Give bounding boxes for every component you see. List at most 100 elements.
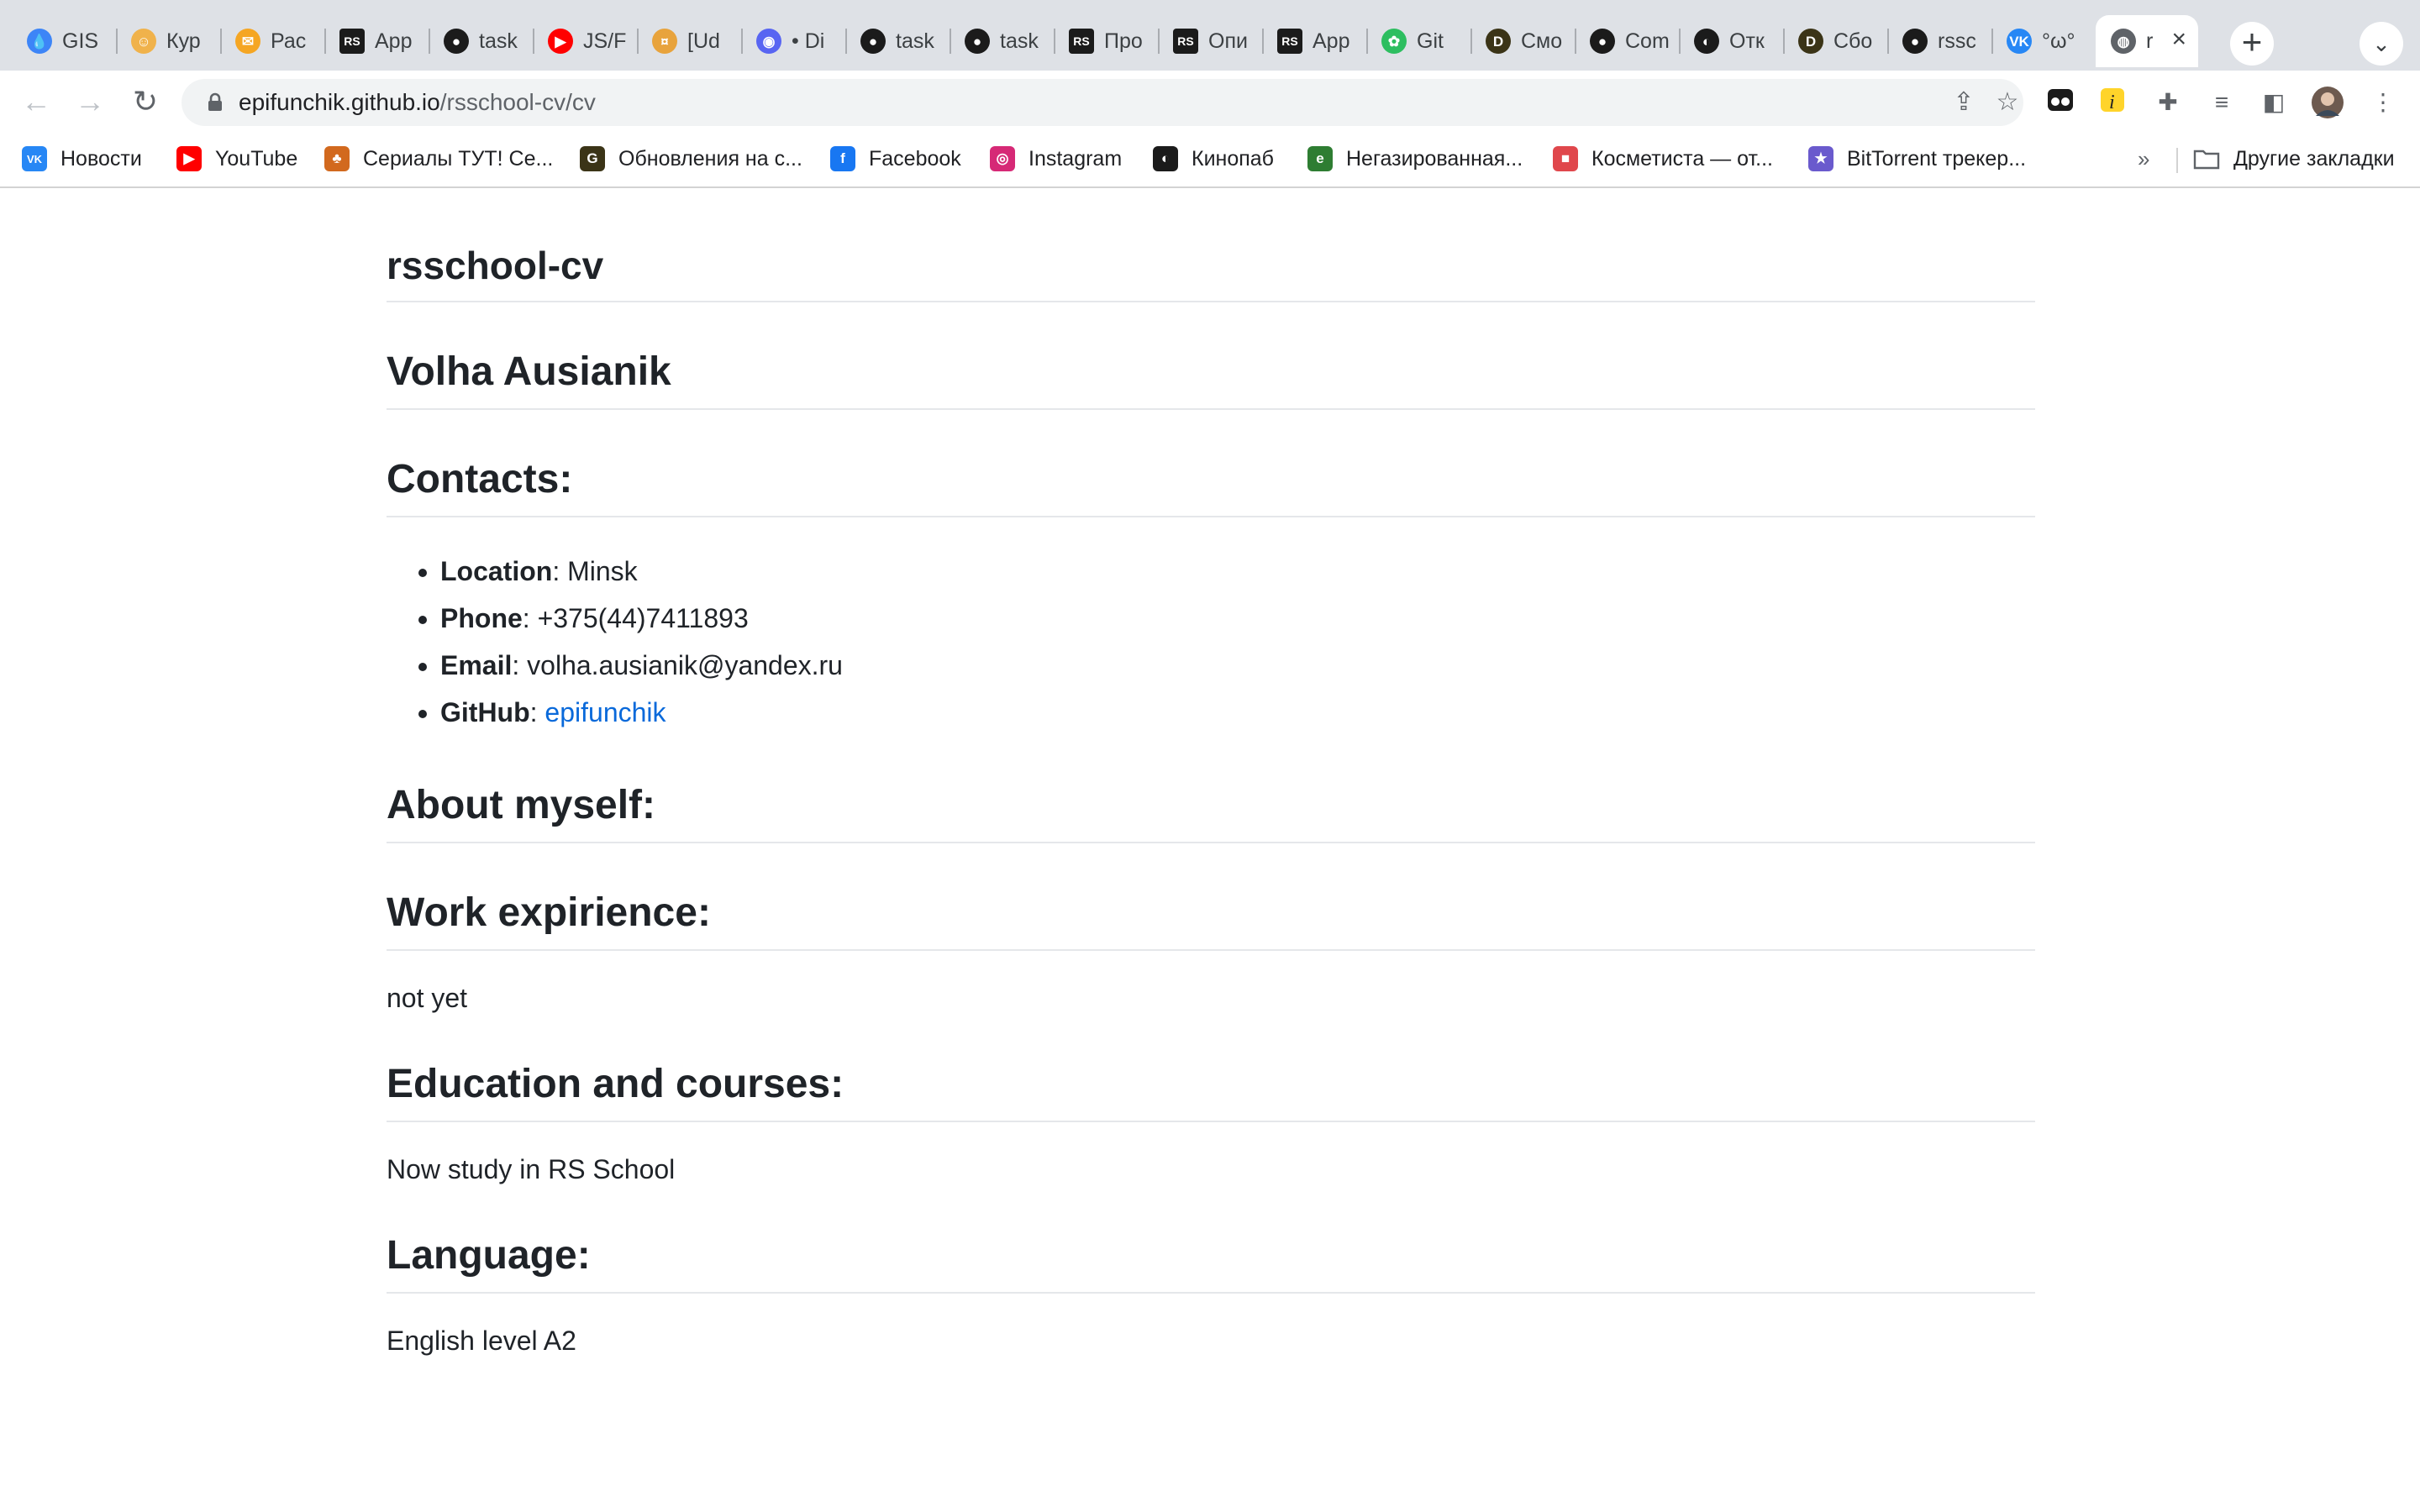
other-bookmarks-folder[interactable]: Другие закладки — [2193, 139, 2395, 178]
extensions-puzzle-icon[interactable]: ✚ — [2151, 86, 2185, 119]
bookmark-label: Обновления на с... — [618, 146, 802, 171]
bookmark-label: Косметиста — от... — [1591, 146, 1773, 171]
tab-label: [Ud — [687, 29, 720, 53]
tab-search-button[interactable]: ⌄ — [2360, 22, 2403, 66]
bookmark-item[interactable]: ▶ YouTube — [176, 139, 297, 178]
bookmark-item[interactable]: ◐ Кинопаб — [1153, 139, 1274, 178]
bookmark-item[interactable]: e Негазированная... — [1307, 139, 1523, 178]
browser-tab[interactable]: RS Опи — [1158, 15, 1262, 67]
tab-label: JS/F — [583, 29, 627, 53]
contact-separator: : — [529, 697, 545, 727]
browser-tab[interactable]: ☺ Кур — [116, 15, 220, 67]
contact-key: Email — [440, 650, 513, 680]
bookmark-item[interactable]: ♣ Сериалы ТУТ! Се... — [324, 139, 553, 178]
g-icon: G — [580, 146, 605, 171]
person-name-heading: Volha Ausianik — [387, 348, 2035, 410]
kinopub-icon: ◐ — [1153, 146, 1178, 171]
tab-label: rssc — [1938, 29, 1976, 53]
star-icon: ★ — [1808, 146, 1833, 171]
contacts-list: Location: Minsk Phone: +375(44)7411893 E… — [387, 548, 2035, 736]
education-heading: Education and courses: — [387, 1060, 2035, 1122]
browser-tab[interactable]: ● rssc — [1887, 15, 1991, 67]
browser-menu-icon[interactable]: ⋮ — [2366, 86, 2400, 119]
browser-tab[interactable]: 💧 GIS — [12, 15, 116, 67]
contact-key: Location — [440, 556, 553, 586]
browser-tab[interactable]: ◐ Отк — [1679, 15, 1783, 67]
address-bar[interactable]: epifunchik.github.io/rsschool-cv/cv ⇪ ☆ — [182, 79, 2023, 126]
bookmark-label: Сериалы ТУТ! Се... — [363, 146, 554, 171]
share-icon[interactable]: ⇪ — [1949, 88, 1978, 117]
drop-icon: 💧 — [27, 29, 52, 54]
youtube-icon: ▶ — [176, 146, 202, 171]
browser-tab[interactable]: D Смо — [1470, 15, 1575, 67]
bookmark-item[interactable]: ★ BitTorrent трекер... — [1808, 139, 2026, 178]
coins-icon: ¤ — [652, 29, 677, 54]
browser-tab[interactable]: ✿ Git — [1366, 15, 1470, 67]
browser-tab[interactable]: RS Про — [1054, 15, 1158, 67]
browser-tab[interactable]: ● Com — [1575, 15, 1679, 67]
browser-tab[interactable]: ▶ JS/F — [533, 15, 637, 67]
browser-tab[interactable]: D Сбо — [1783, 15, 1887, 67]
url-text[interactable]: epifunchik.github.io/rsschool-cv/cv — [239, 79, 596, 126]
bookmarks-divider — [2176, 148, 2178, 173]
tab-label: task — [896, 29, 934, 53]
bookmark-item[interactable]: G Обновления на с... — [580, 139, 802, 178]
tab-label: Сбо — [1833, 29, 1873, 53]
browser-tab[interactable]: RS App — [324, 15, 429, 67]
github-icon: ● — [965, 29, 990, 54]
language-heading: Language: — [387, 1231, 2035, 1294]
bookmark-item[interactable]: VK Новости — [22, 139, 142, 178]
browser-tab[interactable]: ¤ [Ud — [637, 15, 741, 67]
tab-label: Кур — [166, 29, 201, 53]
bookmark-label: Кинопаб — [1192, 146, 1274, 171]
tab-strip: 💧 GIS ☺ Кур ✉ Рас RS App ● task ▶ JS/F ¤ [Ud ◉ • Di ● tas… — [0, 0, 2420, 71]
new-tab-button[interactable]: + — [2230, 22, 2274, 66]
tab-label: Com — [1625, 29, 1670, 53]
tab-label: • Di — [792, 29, 825, 53]
tab-list: 💧 GIS ☺ Кур ✉ Рас RS App ● task ▶ JS/F ¤ [Ud ◉ • Di ● tas… — [12, 15, 2198, 67]
media-queue-icon[interactable]: ≡ — [2205, 86, 2238, 119]
profile-avatar[interactable] — [2311, 86, 2344, 119]
bookmark-star-icon[interactable]: ☆ — [1993, 88, 2022, 117]
github-link[interactable]: epifunchik — [544, 697, 666, 727]
side-panel-icon[interactable]: ◧ — [2257, 86, 2291, 119]
browser-tab[interactable]: ✉ Рас — [220, 15, 324, 67]
browser-toolbar: ← → ↻ epifunchik.github.io/rsschool-cv/c… — [0, 71, 2420, 133]
youtube-icon: ▶ — [548, 29, 573, 54]
education-text: Now study in RS School — [387, 1154, 676, 1184]
repo-title[interactable]: rsschool-cv — [387, 242, 2035, 302]
other-bookmarks-label: Другие закладки — [2233, 146, 2395, 171]
back-button[interactable]: ← — [17, 82, 55, 121]
close-tab-icon[interactable]: × — [2171, 27, 2186, 52]
contact-email: Email: volha.ausianik@yandex.ru — [440, 642, 2035, 689]
bookmark-label: Новости — [60, 146, 142, 171]
extension-yandex-icon[interactable]: i — [2096, 86, 2129, 119]
bookmark-label: YouTube — [215, 146, 298, 171]
bookmark-label: Instagram — [1028, 146, 1123, 171]
reload-button[interactable]: ↻ — [126, 82, 165, 121]
bookmarks-overflow-chevron-icon[interactable]: » — [2138, 139, 2149, 178]
extension-glasses-icon[interactable] — [2044, 86, 2077, 119]
browser-tab[interactable]: ● task — [429, 15, 533, 67]
browser-tab[interactable]: RS App — [1262, 15, 1366, 67]
tab-active[interactable]: ◍ r × — [2096, 15, 2198, 67]
browser-tab[interactable]: ● task — [845, 15, 950, 67]
discord-icon: ◉ — [756, 29, 781, 54]
browser-tab[interactable]: VK °ω° — [1991, 15, 2096, 67]
kinopub-icon: ◐ — [1694, 29, 1719, 54]
forward-button[interactable]: → — [71, 82, 109, 121]
tab-label: Git — [1417, 29, 1444, 53]
url-path: /rsschool-cv/cv — [439, 89, 596, 115]
work-heading: Work expirience: — [387, 889, 2035, 951]
instagram-icon: ◎ — [990, 146, 1015, 171]
browser-tab[interactable]: ◉ • Di — [741, 15, 845, 67]
bookmark-item[interactable]: ■ Косметиста — от... — [1553, 139, 1773, 178]
evernote-icon: ✿ — [1381, 29, 1407, 54]
bookmark-item[interactable]: ◎ Instagram — [990, 139, 1122, 178]
lock-icon[interactable] — [205, 92, 225, 113]
about-heading: About myself: — [387, 781, 2035, 843]
contact-separator: : — [512, 650, 528, 680]
bookmark-item[interactable]: f Facebook — [830, 139, 961, 178]
tab-label: Смо — [1521, 29, 1563, 53]
browser-tab[interactable]: ● task — [950, 15, 1054, 67]
